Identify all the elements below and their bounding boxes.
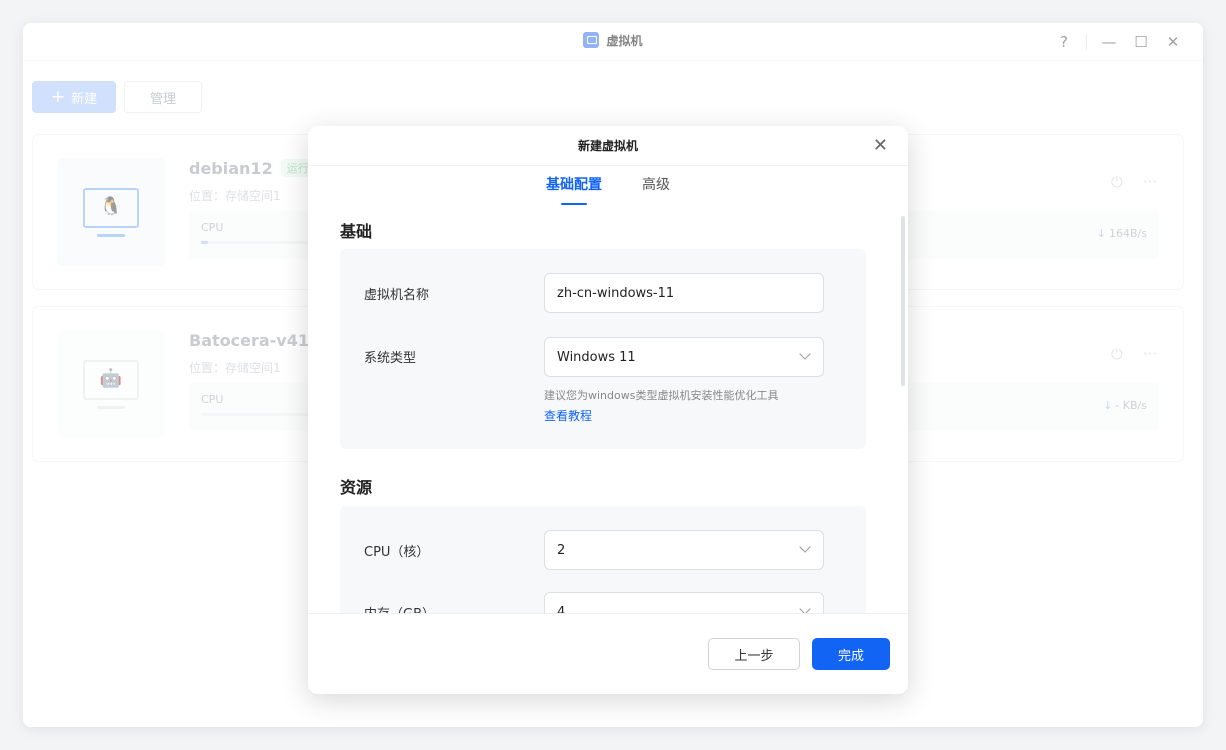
dialog-close-icon[interactable]: ✕ [873,135,888,156]
vm-name-input-value: zh-cn-windows-11 [557,285,675,301]
cpu-cores-label: CPU（核） [364,545,430,560]
vm-name-label: 虚拟机名称 [364,288,430,303]
tab-basic-config[interactable]: 基础配置 [546,174,602,205]
memory-select[interactable]: 4 [544,592,824,614]
section-title-basic: 基础 [340,222,373,241]
view-tutorial-link[interactable]: 查看教程 [544,407,592,424]
chevron-down-icon [799,348,811,360]
dialog-body[interactable]: 基础 虚拟机名称 zh-cn-windows-11 系统类型 Windows 1… [308,214,908,614]
resources-panel: CPU（核） 2 内存（GB） 4 [340,506,866,614]
chevron-down-icon [799,541,811,553]
os-type-label: 系统类型 [364,351,417,366]
new-vm-dialog: 新建虚拟机 ✕ 基础配置 高级 基础 虚拟机名称 zh-cn-windows-1… [308,126,908,694]
basic-panel: 虚拟机名称 zh-cn-windows-11 系统类型 Windows 11 建… [340,249,866,449]
cpu-cores-select[interactable]: 2 [544,530,824,570]
cpu-cores-value: 2 [557,542,566,558]
previous-step-button[interactable]: 上一步 [708,638,800,670]
finish-button[interactable]: 完成 [812,638,890,670]
dialog-scrollbar[interactable] [901,216,905,386]
dialog-tabs: 基础配置 高级 [308,174,908,205]
dialog-footer: 上一步 完成 [308,613,908,694]
section-title-resources: 资源 [340,478,373,497]
tab-advanced[interactable]: 高级 [642,174,670,202]
os-type-value: Windows 11 [557,349,636,365]
dialog-title: 新建虚拟机 [577,139,638,153]
dialog-header: 新建虚拟机 ✕ [308,126,908,166]
vm-name-input[interactable]: zh-cn-windows-11 [544,273,824,313]
os-type-select[interactable]: Windows 11 [544,337,824,377]
optimization-hint: 建议您为windows类型虚拟机安装性能优化工具 [544,389,779,402]
